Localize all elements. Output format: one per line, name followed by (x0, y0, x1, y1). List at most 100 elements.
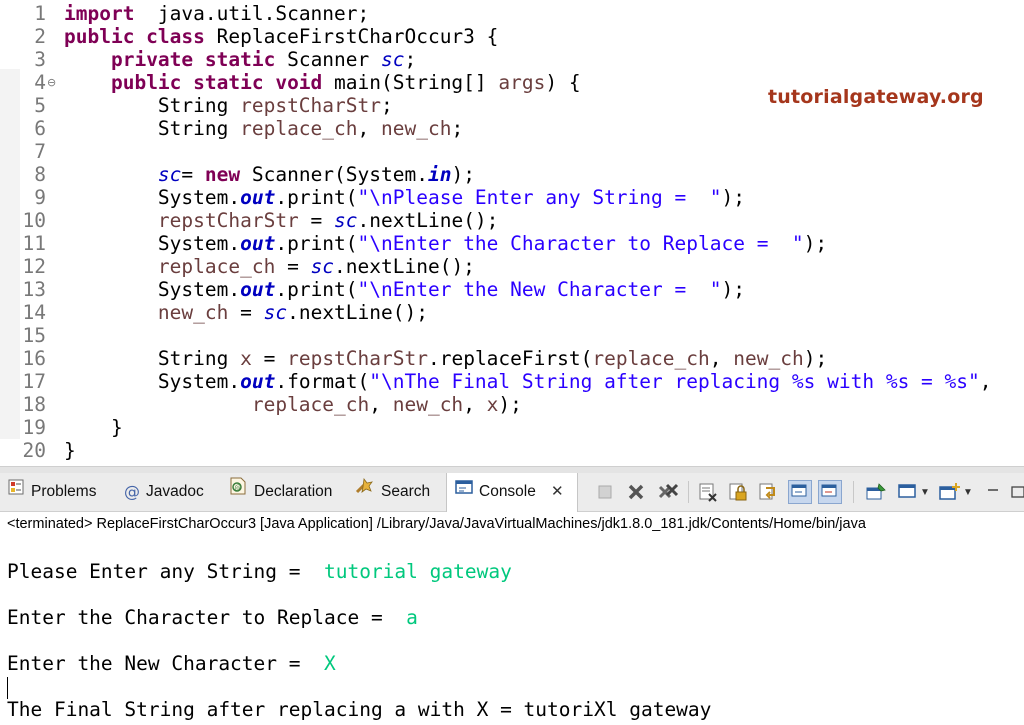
code-token (64, 48, 111, 71)
code-editor[interactable]: 1import java.util.Scanner;2public class … (0, 0, 1024, 466)
code-token: "\nEnter the Character to Replace = " (358, 232, 804, 255)
remove-all-terminated-icon[interactable] (656, 482, 682, 502)
code-token: , (980, 370, 992, 393)
code-text: } (64, 416, 123, 439)
code-text: String x = repstCharStr.replaceFirst(rep… (64, 347, 827, 370)
line-number: 8 (0, 163, 46, 186)
tab-problems[interactable]: Problems (7, 473, 96, 511)
code-text: private static Scanner sc; (64, 48, 416, 71)
code-token: private static (111, 48, 275, 71)
code-token: , (358, 117, 381, 140)
line-number: 18 (0, 393, 46, 416)
code-token: String (64, 347, 240, 370)
code-token: Scanner (275, 48, 381, 71)
declaration-icon: @ (228, 473, 248, 511)
code-token: sc (311, 255, 334, 278)
code-token: sc (158, 163, 181, 186)
code-text: String replace_ch, new_ch; (64, 117, 463, 140)
code-token: x (487, 393, 499, 416)
remove-launch-icon[interactable] (626, 482, 646, 502)
code-token (64, 71, 111, 94)
code-token: } (64, 416, 123, 439)
line-number: 16 (0, 347, 46, 370)
tab-problems-label: Problems (31, 483, 96, 500)
code-token: = (228, 301, 263, 324)
code-token: , (463, 393, 486, 416)
clear-console-icon[interactable] (697, 482, 719, 502)
display-selected-console-icon[interactable]: ▼ (896, 482, 932, 502)
code-token: "\nThe Final String after replacing %s w… (369, 370, 979, 393)
code-token: ); (721, 278, 744, 301)
toolbar-separator-2 (853, 481, 854, 503)
code-token: = (181, 163, 204, 186)
maximize-icon[interactable] (1010, 482, 1024, 502)
tab-declaration[interactable]: @ Declaration (228, 473, 332, 511)
line-number: 20 (0, 439, 46, 462)
scroll-lock-icon[interactable] (727, 482, 749, 502)
line-number: 9 (0, 186, 46, 209)
code-text: System.out.format("\nThe Final String af… (64, 370, 992, 393)
code-token: replace_ch (240, 117, 357, 140)
code-token: out (240, 186, 275, 209)
code-token: replace_ch (592, 347, 709, 370)
code-token: repstCharStr (240, 94, 381, 117)
line-number: 7 (0, 140, 46, 163)
code-token: ) { (545, 71, 580, 94)
code-token: ); (498, 393, 521, 416)
chevron-down-icon[interactable]: ▼ (920, 487, 930, 498)
code-text: System.out.print("\nEnter the Character … (64, 232, 827, 255)
code-token (64, 163, 158, 186)
pin-console-icon[interactable] (864, 482, 888, 502)
code-token: System. (64, 278, 240, 301)
open-console-icon[interactable]: ▼ (938, 482, 974, 502)
search-icon (355, 473, 375, 511)
code-token: System. (64, 370, 240, 393)
chevron-down-icon[interactable]: ▼ (963, 487, 973, 498)
code-token: ); (451, 163, 474, 186)
code-token: sc (264, 301, 287, 324)
minimize-icon[interactable] (984, 482, 1002, 502)
code-text: } (64, 439, 76, 462)
console-result-line: The Final String after replacing a with … (7, 695, 711, 725)
console-status-line: <terminated> ReplaceFirstCharOccur3 [Jav… (0, 512, 1024, 536)
code-token: replace_ch (252, 393, 369, 416)
code-token: .nextLine(); (358, 209, 499, 232)
console-line: Enter the New Character = X (7, 649, 336, 679)
code-token: new_ch (733, 347, 803, 370)
show-console-stdout-icon[interactable] (788, 480, 812, 504)
code-token: } (64, 439, 76, 462)
code-token: new_ch (158, 301, 228, 324)
code-token: String (64, 94, 240, 117)
fold-toggle-icon[interactable]: ⊖ (47, 71, 56, 94)
code-token: ); (804, 347, 827, 370)
code-text: public static void main(String[] args) { (64, 71, 581, 94)
code-text: sc= new Scanner(System.in); (64, 163, 475, 186)
code-token: .print( (275, 186, 357, 209)
console-line: Please Enter any String = tutorial gatew… (7, 557, 512, 587)
code-token: "\nPlease Enter any String = " (358, 186, 722, 209)
code-token: new_ch (393, 393, 463, 416)
tab-javadoc[interactable]: @Javadoc (124, 473, 204, 511)
tab-javadoc-label: Javadoc (146, 483, 204, 500)
views-tab-bar: Problems @Javadoc @ Declaration Search C… (0, 473, 1024, 512)
tab-console[interactable]: Console ✕ (446, 473, 578, 512)
code-token: sc (334, 209, 357, 232)
code-token: .print( (275, 232, 357, 255)
terminate-icon[interactable] (596, 482, 614, 502)
console-prompt: Enter the Character to Replace = (7, 606, 406, 629)
code-token: .nextLine(); (334, 255, 475, 278)
line-number: 10 (0, 209, 46, 232)
code-token: = (252, 347, 287, 370)
code-token: ; (381, 94, 393, 117)
sash-divider[interactable] (0, 466, 1024, 473)
code-token: System. (64, 232, 240, 255)
code-token: x (240, 347, 252, 370)
word-wrap-icon[interactable] (757, 482, 779, 502)
code-token: public static void (111, 71, 322, 94)
show-console-stderr-icon[interactable] (818, 480, 842, 504)
line-number: 2 (0, 25, 46, 48)
close-icon[interactable]: ✕ (551, 473, 564, 511)
code-token: = (299, 209, 334, 232)
console-user-input: X (324, 652, 336, 675)
tab-search[interactable]: Search (355, 473, 430, 511)
